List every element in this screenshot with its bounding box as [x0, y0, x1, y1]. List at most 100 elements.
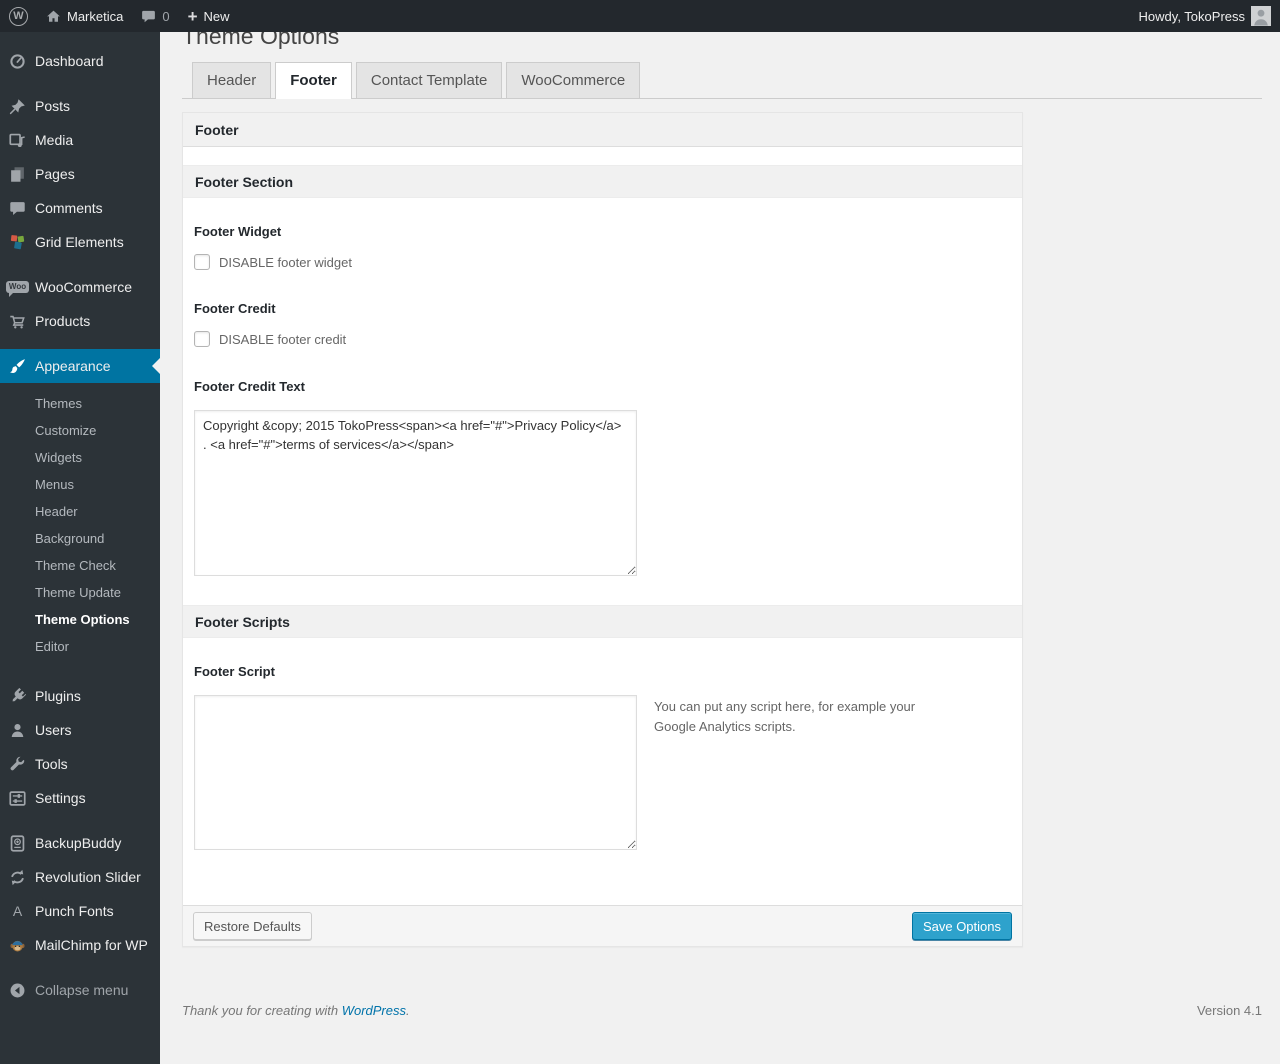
submenu-item-theme-options[interactable]: Theme Options [0, 606, 160, 633]
new-label: New [203, 8, 230, 24]
comments-icon [0, 200, 35, 217]
refresh-arrows-icon [0, 869, 35, 886]
submenu-item-customize[interactable]: Customize [0, 417, 160, 444]
sidebar-item-pages[interactable]: Pages [0, 157, 160, 191]
sidebar-item-label: Appearance [35, 358, 111, 374]
submenu-item-themes[interactable]: Themes [0, 390, 160, 417]
sidebar-item-label: WooCommerce [35, 279, 132, 295]
backup-drive-icon [0, 834, 35, 852]
panel-header-footer: Footer [183, 113, 1022, 147]
site-name-menu[interactable]: Marketica [37, 0, 132, 32]
wordpress-logo-icon: W [9, 6, 28, 26]
save-options-button[interactable]: Save Options [911, 912, 1012, 940]
sidebar-item-comments[interactable]: Comments [0, 191, 160, 225]
plugin-icon [0, 687, 35, 705]
collapse-arrow-icon [0, 982, 35, 999]
section-header-footer-scripts: Footer Scripts [183, 605, 1022, 638]
sidebar-item-collapse-menu[interactable]: Collapse menu [0, 973, 160, 1007]
footer-options-panel: Footer Footer Section Footer Widget DISA… [182, 112, 1023, 947]
submenu-item-header[interactable]: Header [0, 498, 160, 525]
admin-bar-spacer [239, 0, 1130, 32]
users-icon [0, 722, 35, 739]
comment-bubble-icon [141, 9, 156, 24]
home-icon [46, 9, 61, 24]
sidebar-item-mailchimp-for-wp[interactable]: MailChimp for WP [0, 928, 160, 962]
wrench-icon [0, 756, 35, 773]
thanks-suffix: . [406, 1003, 410, 1018]
sidebar-menu-group: Appearance Themes Customize Widgets Menus Hea… [0, 349, 160, 668]
comment-count: 0 [162, 8, 170, 24]
sidebar-item-revolution-slider[interactable]: Revolution Slider [0, 860, 160, 894]
restore-defaults-button[interactable]: Restore Defaults [193, 912, 312, 940]
tab-contact-template[interactable]: Contact Template [355, 62, 503, 98]
sidebar-item-dashboard[interactable]: Dashboard [0, 44, 160, 78]
version-label: Version 4.1 [1196, 1003, 1262, 1018]
dashboard-icon [0, 53, 35, 70]
sidebar-item-grid-elements[interactable]: Grid Elements [0, 225, 160, 259]
footer-widget-check-row: DISABLE footer widget [194, 254, 1002, 270]
comments-shortcut[interactable]: 0 [132, 0, 178, 32]
submenu-item-widgets[interactable]: Widgets [0, 444, 160, 471]
sidebar-item-label: BackupBuddy [35, 835, 122, 851]
submenu-item-editor[interactable]: Editor [0, 633, 160, 660]
disable-footer-credit-checkbox[interactable] [194, 331, 210, 347]
sidebar-menu-group: Woo WooCommerce Products [0, 270, 160, 338]
sidebar-item-plugins[interactable]: Plugins [0, 679, 160, 713]
sidebar-item-label: Users [35, 722, 72, 738]
submenu-item-background[interactable]: Background [0, 525, 160, 552]
wordpress-link[interactable]: WordPress [342, 1003, 406, 1018]
avatar [1251, 6, 1271, 26]
sidebar-item-label: Pages [35, 166, 75, 182]
admin-bar: W Marketica 0 + New Howdy, TokoPress [0, 0, 1280, 32]
disable-footer-widget-label: DISABLE footer widget [219, 254, 352, 270]
sidebar-item-label: Dashboard [35, 53, 104, 69]
footer-script-textarea[interactable] [194, 695, 637, 850]
sidebar-item-users[interactable]: Users [0, 713, 160, 747]
sidebar-item-label: Plugins [35, 688, 81, 704]
wordpress-menu[interactable]: W [0, 0, 37, 32]
tab-header[interactable]: Header [192, 62, 272, 98]
sidebar-item-label: Products [35, 313, 91, 329]
sidebar-item-label: Punch Fonts [35, 903, 114, 919]
settings-icon [0, 790, 35, 807]
admin-sidebar-menu: Dashboard Posts Media Pages Comments Grid Ele… [0, 32, 160, 1064]
brush-icon [0, 358, 35, 375]
section-header-footer-section: Footer Section [183, 165, 1022, 198]
sidebar-menu-group: Posts Media Pages Comments Grid Elements [0, 89, 160, 259]
sidebar-item-settings[interactable]: Settings [0, 781, 160, 815]
sidebar-menu-group: Collapse menu [0, 973, 160, 1007]
cart-icon [0, 313, 35, 330]
theme-options-tabs: Header Footer Contact Template WooCommerce [182, 62, 1262, 99]
disable-footer-credit-label: DISABLE footer credit [219, 331, 347, 347]
sidebar-item-appearance[interactable]: Appearance [0, 349, 160, 383]
tab-woocommerce[interactable]: WooCommerce [506, 62, 641, 98]
letter-a-icon: A [12, 903, 23, 919]
mailchimp-monkey-icon [0, 937, 35, 954]
pages-icon [0, 166, 35, 183]
submenu-item-theme-update[interactable]: Theme Update [0, 579, 160, 606]
new-content-menu[interactable]: + New [179, 0, 239, 32]
sidebar-item-label: Media [35, 132, 74, 148]
sidebar-item-label: Tools [35, 756, 68, 772]
howdy-label: Howdy, TokoPress [1138, 8, 1245, 24]
sidebar-item-punch-fonts[interactable]: A Punch Fonts [0, 894, 160, 928]
footer-credit-text-label: Footer Credit Text [194, 379, 305, 394]
my-account-menu[interactable]: Howdy, TokoPress [1130, 0, 1280, 32]
submenu-item-theme-check[interactable]: Theme Check [0, 552, 160, 579]
sidebar-item-media[interactable]: Media [0, 123, 160, 157]
grid-elements-icon [0, 234, 35, 251]
sidebar-item-backupbuddy[interactable]: BackupBuddy [0, 826, 160, 860]
footer-thanks-text: Thank you for creating with WordPress. [182, 1003, 410, 1018]
footer-credit-text-textarea[interactable]: Copyright &copy; 2015 TokoPress<span><a … [194, 410, 637, 576]
sidebar-item-woocommerce[interactable]: Woo WooCommerce [0, 270, 160, 304]
sidebar-item-products[interactable]: Products [0, 304, 160, 338]
admin-footer: Thank you for creating with WordPress. V… [182, 1003, 1262, 1018]
sidebar-item-posts[interactable]: Posts [0, 89, 160, 123]
sidebar-menu-group: Plugins Users Tools Settings [0, 679, 160, 815]
disable-footer-widget-checkbox[interactable] [194, 254, 210, 270]
sidebar-item-tools[interactable]: Tools [0, 747, 160, 781]
footer-script-label: Footer Script [194, 664, 275, 679]
sidebar-item-label: MailChimp for WP [35, 937, 148, 953]
tab-footer[interactable]: Footer [275, 62, 352, 99]
submenu-item-menus[interactable]: Menus [0, 471, 160, 498]
